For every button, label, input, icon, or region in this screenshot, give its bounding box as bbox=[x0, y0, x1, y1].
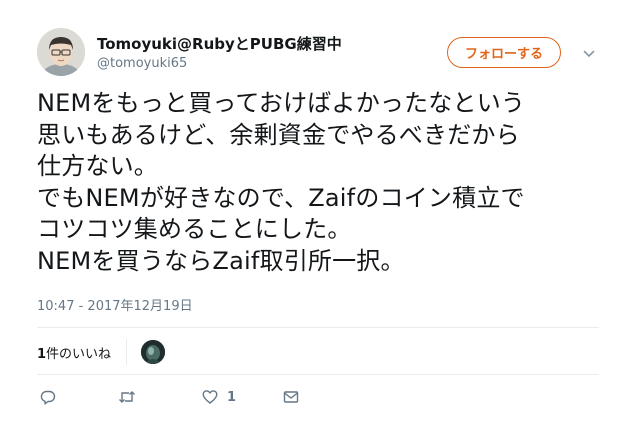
liker-avatar[interactable] bbox=[141, 340, 166, 364]
like-count: 1 bbox=[227, 389, 237, 405]
user-handle[interactable]: @tomoyuki65 bbox=[97, 56, 187, 71]
likes-separator bbox=[126, 339, 128, 365]
tweet-line: 思いもあるけど、余剰資金でやるべきだから bbox=[37, 120, 520, 149]
likes-count[interactable]: 1件のいいね bbox=[37, 343, 111, 362]
display-name[interactable]: Tomoyuki@RubyとPUBG練習中 bbox=[97, 33, 342, 54]
divider bbox=[37, 374, 599, 375]
likes-label: 件のいいね bbox=[46, 346, 112, 362]
like-icon bbox=[202, 389, 218, 405]
like-button[interactable]: 1 bbox=[202, 388, 236, 406]
likes-number: 1 bbox=[37, 346, 47, 362]
follow-button[interactable]: フォローする bbox=[447, 37, 561, 68]
tweet-line: 仕方ない。 bbox=[37, 152, 158, 180]
tweet-timestamp[interactable]: 10:47 - 2017年12月19日 bbox=[37, 295, 193, 314]
message-icon bbox=[283, 389, 299, 405]
tweet-line: コツコツ集めることにした。 bbox=[37, 215, 352, 243]
retweet-icon bbox=[118, 389, 136, 405]
tweet-line: NEMを買うならZaif取引所一択。 bbox=[37, 246, 405, 275]
avatar[interactable] bbox=[37, 28, 85, 76]
chevron-down-icon[interactable] bbox=[582, 46, 596, 60]
tweet-line: でもNEMが好きなので、Zaifのコイン積立で bbox=[37, 183, 525, 212]
reply-icon bbox=[40, 389, 56, 405]
tweet-text: NEMをもっと買っておけばよかったなという 思いもあるけど、余剰資金でやるべきだ… bbox=[37, 88, 617, 277]
tweet-line: NEMをもっと買っておけばよかったなという bbox=[37, 89, 526, 117]
divider bbox=[37, 327, 599, 328]
retweet-button[interactable] bbox=[118, 388, 136, 406]
message-button[interactable] bbox=[283, 388, 299, 406]
likes-row: 1件のいいね bbox=[37, 338, 166, 366]
reply-button[interactable] bbox=[40, 388, 56, 406]
